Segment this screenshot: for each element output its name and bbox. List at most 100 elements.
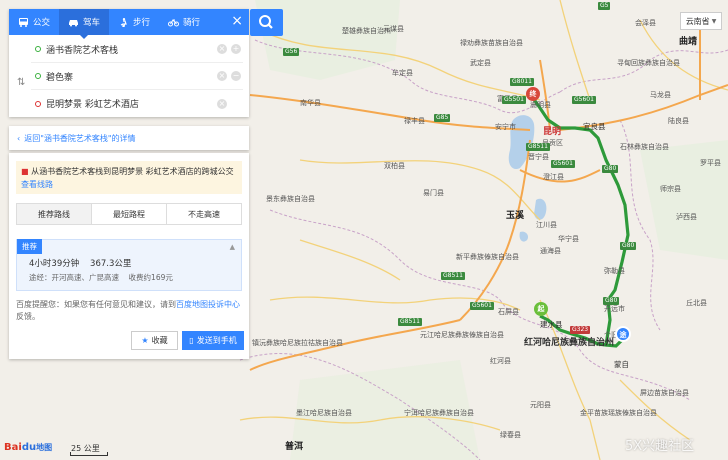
phone-icon: ▯ [189,336,194,345]
tip-prefix: 百度提醒您：如果您有任何意见和建议，请到 [16,300,176,309]
recommended-badge: 推荐 [17,239,42,254]
map-label-county: 江川县 [536,221,557,229]
route-via-text: 途经：开河高速、广昆高速 [29,273,119,282]
map-label-county: 丘北县 [686,299,707,307]
tab-shortest[interactable]: 最短路程 [92,204,167,224]
via-dot-icon [35,73,41,79]
map-label-county: 禄劝彝族苗族自治县 [460,39,523,47]
map-label-county: 绿春县 [500,431,521,439]
waypoint-marker[interactable]: 途 [615,326,631,342]
tab-walk[interactable]: 步行 [109,9,159,35]
map-label-county: 会泽县 [635,19,656,27]
road-shield: G8511 [398,318,422,326]
map-label-county: 弥勒县 [604,267,625,275]
add-waypoint-icon[interactable]: + [231,44,241,54]
map-label-county: 澄江县 [543,173,564,181]
map-label-county: 石林彝族自治县 [620,143,669,151]
tab-drive-label: 驾车 [82,18,100,28]
scale-bar [70,452,108,456]
map-label-county: 宁洱哈尼族彝族自治县 [404,409,474,417]
map-label-county: 开远市 [604,305,625,313]
baidu-logo: Baidu地图 [4,442,53,453]
route-via: 途经：开河高速、广昆高速 收费约169元 [29,272,173,283]
watermark: 5X兴趣社区 [625,439,695,454]
clear-icon[interactable]: × [217,71,227,81]
route-card[interactable]: 推荐 ▲ 4小时39分钟 367.3公里 途经：开河高速、广昆高速 收费约169… [16,239,242,291]
route-start-marker[interactable]: 起 [534,302,548,316]
province-select[interactable]: 云南省 ▼ [680,12,722,30]
road-shield: G8511 [441,272,465,280]
map-label-county: 禄丰县 [404,117,425,125]
bus-icon: ■ [21,167,29,176]
view-route-link[interactable]: 查看线路 [21,180,53,189]
chevron-left-icon: ‹ [17,133,21,143]
back-link[interactable]: ‹ 返回"涵书香院艺术客栈"的详情 [9,126,249,150]
send-to-phone-button[interactable]: ▯ 发送到手机 [182,331,244,350]
tab-bus-label: 公交 [32,18,50,28]
waypoint-end-label: 昆明梦景 彩虹艺术酒店 [46,100,139,110]
map-label-county: 双柏县 [384,162,405,170]
road-shield: G56 [283,48,300,56]
swap-icon[interactable]: ⇅ [17,77,25,88]
route-summary: 4小时39分钟 367.3公里 [29,257,131,269]
waypoint-start-label: 涵书香院艺术客栈 [46,45,119,56]
waypoint-via-field[interactable]: 碧色寨 × − [31,63,243,90]
road-shield: G5 [598,2,611,10]
chevron-down-icon: ▼ [711,17,717,25]
transport-mode-tabs: 公交 驾车 步行 骑行 × [9,9,249,39]
tab-no-highway[interactable]: 不走高速 [167,204,241,224]
tab-bike[interactable]: 骑行 [159,9,209,35]
clear-icon[interactable]: × [217,98,227,109]
road-shield: G8511 [526,143,550,151]
map-label-qujing: 曲靖 [679,37,698,47]
map-label-jianshui: 建水县 [540,320,563,329]
waypoint-end-field[interactable]: 昆明梦景 彩虹艺术酒店 × [31,90,243,117]
tab-drive[interactable]: 驾车 [59,9,109,39]
route-detail: ■ 从涵书香院艺术客栈到昆明梦景 彩虹艺术酒店的跨城公交 查看线路 推荐路线 最… [9,153,249,359]
close-icon[interactable]: × [231,13,243,29]
map-label-county: 墨江哈尼族自治县 [296,409,352,417]
map-label-county: 易门县 [423,189,444,197]
map-label-county: 武定县 [470,59,491,67]
map-label-county: 陆良县 [668,117,689,125]
map-label-county: 新平彝族傣族自治县 [456,253,519,261]
remove-waypoint-icon[interactable]: − [231,71,241,81]
road-shield: G323 [570,326,591,334]
road-shield: G85 [434,114,451,122]
map-label-kunming: 昆明 [543,127,562,137]
map-label-county: 泸西县 [676,213,697,221]
map-label-county: 石屏县 [498,308,519,316]
map-label-county: 马龙县 [650,91,671,99]
tab-recommended[interactable]: 推荐路线 [17,204,92,224]
clear-icon[interactable]: × [217,44,227,54]
map-label-county: 元谋县 [383,25,404,33]
complaint-center-link[interactable]: 百度地图投诉中心 [176,300,240,309]
notice-text: 从涵书香院艺术客栈到昆明梦景 彩虹艺术酒店的跨城公交 [31,167,234,176]
tab-bus[interactable]: 公交 [9,9,59,35]
tip-suffix: 反馈。 [16,312,40,321]
map-label-yiliang: 宜良县 [583,122,606,131]
favorite-label: 收藏 [151,336,168,345]
map-label-yuxi: 玉溪 [506,211,525,221]
road-shield: G5601 [572,96,596,104]
route-end-marker[interactable]: 终 [526,87,540,101]
map-label-county: 元江哈尼族彝族傣族自治县 [420,331,504,339]
map-label-county: 南华县 [300,99,321,107]
start-dot-icon [35,46,41,52]
road-shield: G80 [620,242,637,250]
map-label-county: 华宁县 [558,235,579,243]
map-label-puer: 普洱 [285,442,304,452]
map-label-county: 罗平县 [700,159,721,167]
favorite-button[interactable]: ★ 收藏 [131,331,178,350]
road-shield: G80 [602,165,619,173]
waypoint-start-field[interactable]: 涵书香院艺术客栈 × + [31,36,243,63]
map-label-county: 牟定县 [392,69,413,77]
map-label-county: 晋宁县 [528,153,549,161]
search-button[interactable] [250,9,283,36]
map-label-county: 师宗县 [660,185,681,193]
map-label-county: 金平苗族瑶族傣族自治县 [580,409,657,417]
map-label-county: 景东彝族自治县 [266,195,315,203]
waypoint-via-label: 碧色寨 [46,72,74,83]
chevron-up-icon[interactable]: ▲ [230,243,235,251]
map-label-county: 通海县 [540,247,561,255]
